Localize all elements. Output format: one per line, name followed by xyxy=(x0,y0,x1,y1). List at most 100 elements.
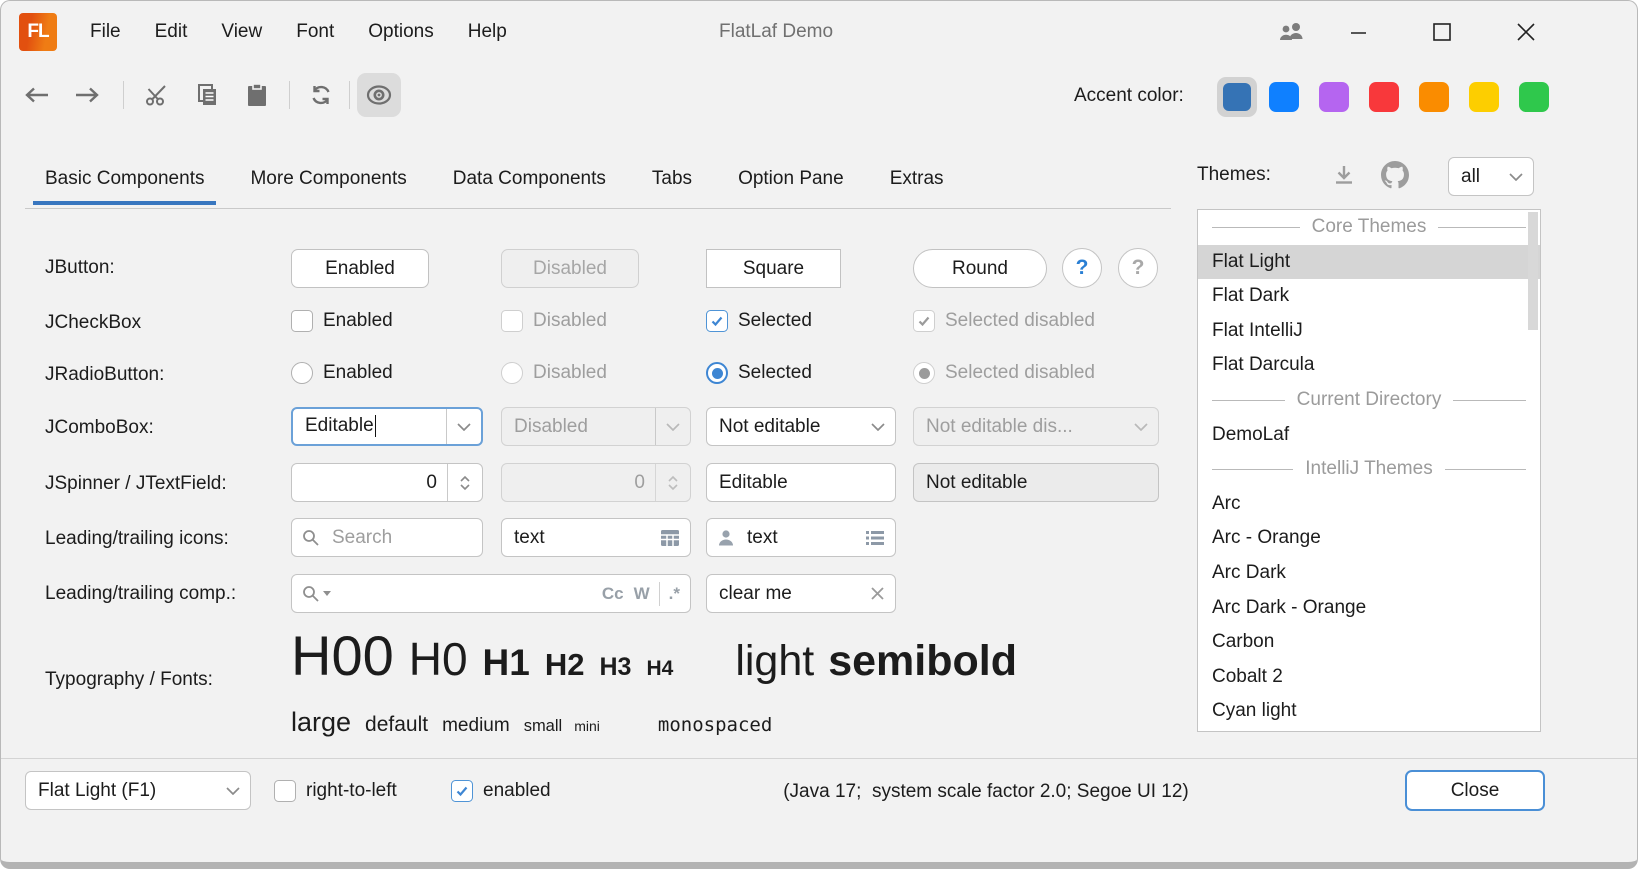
spinner-value: 0 xyxy=(502,472,655,494)
round-button[interactable]: Round xyxy=(913,249,1047,288)
h0-sample: H0 xyxy=(409,632,468,686)
jcheckbox-row-label: JCheckBox xyxy=(45,312,141,334)
themes-label: Themes: xyxy=(1197,164,1271,186)
clearable-field[interactable]: clear me xyxy=(706,574,896,613)
refresh-button[interactable] xyxy=(299,73,343,117)
checkbox-enabled[interactable]: Enabled xyxy=(291,310,393,332)
tab-extras[interactable]: Extras xyxy=(878,159,956,205)
theme-separator: Current Directory xyxy=(1198,383,1540,418)
themes-filter-combobox[interactable]: all xyxy=(1448,157,1534,196)
help-button[interactable]: ? xyxy=(1062,248,1102,288)
cut-button[interactable] xyxy=(135,73,179,117)
theme-item-flat-light[interactable]: Flat Light xyxy=(1198,245,1540,280)
combobox-not-editable[interactable]: Not editable xyxy=(706,407,896,446)
menu-font[interactable]: Font xyxy=(279,21,351,43)
accent-swatch-color xyxy=(1223,83,1251,111)
text-field-calendar[interactable]: text xyxy=(501,518,691,557)
calendar-icon[interactable] xyxy=(660,529,690,547)
theme-item-demolaf[interactable]: DemoLaf xyxy=(1198,418,1540,453)
search-placeholder: Search xyxy=(320,527,482,549)
forward-button[interactable] xyxy=(65,73,109,117)
spinner-arrows-icon[interactable] xyxy=(448,475,482,491)
accent-swatch-default-blue[interactable] xyxy=(1217,77,1257,117)
copy-button[interactable] xyxy=(185,73,229,117)
accent-swatch-blue[interactable] xyxy=(1269,82,1299,112)
theme-item-carbon[interactable]: Carbon xyxy=(1198,625,1540,660)
theme-item-flat-dark[interactable]: Flat Dark xyxy=(1198,279,1540,314)
close-window-button[interactable] xyxy=(1503,9,1549,55)
h4-sample: H4 xyxy=(646,657,673,681)
accent-swatch-green[interactable] xyxy=(1519,82,1549,112)
menu-help[interactable]: Help xyxy=(451,21,524,43)
checkbox-box xyxy=(913,310,935,332)
radio-selected-disabled: Selected disabled xyxy=(913,362,1095,384)
theme-item-cobalt-2[interactable]: Cobalt 2 xyxy=(1198,660,1540,695)
checkbox-box xyxy=(706,310,728,332)
statusbar-divider xyxy=(1,758,1637,759)
cut-icon xyxy=(145,83,169,107)
spinner-value[interactable]: 0 xyxy=(292,472,447,494)
disabled-button: Disabled xyxy=(501,249,639,288)
list-icon[interactable] xyxy=(865,530,895,546)
theme-item-flat-darcula[interactable]: Flat Darcula xyxy=(1198,348,1540,383)
search-field[interactable]: Search xyxy=(291,518,483,557)
search-dropdown-icon[interactable] xyxy=(292,585,331,603)
themes-scrollbar-thumb[interactable] xyxy=(1528,212,1538,330)
theme-item-arc[interactable]: Arc xyxy=(1198,487,1540,522)
tab-data-components[interactable]: Data Components xyxy=(441,159,618,205)
menu-edit[interactable]: Edit xyxy=(138,21,205,43)
accent-swatch-orange[interactable] xyxy=(1419,82,1449,112)
accent-swatch-yellow[interactable] xyxy=(1469,82,1499,112)
maximize-icon xyxy=(1433,23,1451,41)
show-hover-toggle-button[interactable] xyxy=(357,73,401,117)
text-field-user-list[interactable]: text xyxy=(706,518,896,557)
chevron-down-icon xyxy=(656,423,690,431)
square-button[interactable]: Square xyxy=(706,249,841,288)
enabled-button[interactable]: Enabled xyxy=(291,249,429,288)
theme-item-arc-orange[interactable]: Arc - Orange xyxy=(1198,521,1540,556)
spinner[interactable]: 0 xyxy=(291,463,483,502)
theme-item-arc-dark[interactable]: Arc Dark xyxy=(1198,556,1540,591)
combobox-disabled: Disabled xyxy=(501,407,691,446)
accent-swatch-purple[interactable] xyxy=(1319,82,1349,112)
themes-list[interactable]: Core Themes Flat Light Flat Dark Flat In… xyxy=(1197,209,1541,732)
theme-item-flat-intellij[interactable]: Flat IntelliJ xyxy=(1198,314,1540,349)
combobox-editable[interactable]: Editable xyxy=(291,407,483,446)
download-themes-button[interactable] xyxy=(1329,161,1359,189)
tab-tabs[interactable]: Tabs xyxy=(640,159,704,205)
accent-swatch-red[interactable] xyxy=(1369,82,1399,112)
github-button[interactable] xyxy=(1379,159,1411,191)
paste-button[interactable] xyxy=(235,73,279,117)
radio-enabled[interactable]: Enabled xyxy=(291,362,393,384)
theme-item-cyan-light[interactable]: Cyan light xyxy=(1198,694,1540,729)
radio-circle xyxy=(913,362,935,384)
radio-label: Selected disabled xyxy=(945,362,1095,384)
theme-item-dark-flat[interactable]: Dark Flat xyxy=(1198,729,1540,732)
minimize-button[interactable] xyxy=(1335,9,1381,55)
regex-toggle[interactable]: .* xyxy=(669,584,680,604)
tab-more-components[interactable]: More Components xyxy=(238,159,418,205)
tab-basic-components[interactable]: Basic Components xyxy=(33,159,216,205)
checkbox-label: Selected xyxy=(738,310,812,332)
clear-icon[interactable] xyxy=(870,586,895,601)
close-button[interactable]: Close xyxy=(1405,770,1545,811)
menu-file[interactable]: File xyxy=(73,21,138,43)
users-button[interactable] xyxy=(1269,9,1315,55)
tab-option-pane[interactable]: Option Pane xyxy=(726,159,856,205)
lookandfeel-combobox[interactable]: Flat Light (F1) xyxy=(25,771,251,810)
radio-circle xyxy=(706,362,728,384)
search-with-options-field[interactable]: Cc W .* xyxy=(291,574,691,613)
menu-options[interactable]: Options xyxy=(351,21,450,43)
maximize-button[interactable] xyxy=(1419,9,1465,55)
textfield-editable[interactable]: Editable xyxy=(706,463,896,502)
chevron-down-icon[interactable] xyxy=(447,423,481,431)
theme-item-arc-dark-orange[interactable]: Arc Dark - Orange xyxy=(1198,591,1540,626)
checkbox-selected[interactable]: Selected xyxy=(706,310,812,332)
menu-view[interactable]: View xyxy=(204,21,279,43)
enabled-checkbox[interactable]: enabled xyxy=(451,780,551,802)
back-button[interactable] xyxy=(15,73,59,117)
right-to-left-checkbox[interactable]: right-to-left xyxy=(274,780,397,802)
whole-word-toggle[interactable]: W xyxy=(634,584,650,604)
match-case-toggle[interactable]: Cc xyxy=(602,584,624,604)
radio-selected[interactable]: Selected xyxy=(706,362,812,384)
